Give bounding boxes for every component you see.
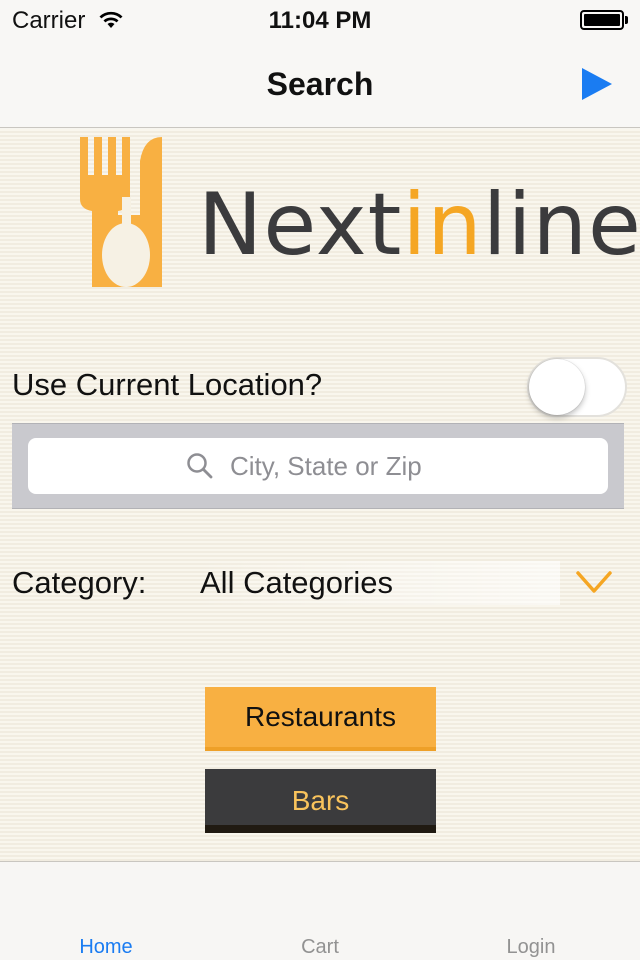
status-bar: Carrier 11:04 PM bbox=[0, 0, 640, 40]
page-title: Search bbox=[266, 66, 374, 102]
fork-spoon-icon bbox=[80, 137, 162, 287]
navigation-bar: Search bbox=[0, 40, 640, 128]
use-location-toggle[interactable] bbox=[527, 357, 627, 417]
category-selected-value: All Categories bbox=[200, 565, 393, 600]
tab-home[interactable]: Home bbox=[36, 936, 176, 959]
search-bar: City, State or Zip bbox=[12, 423, 624, 509]
tab-login[interactable]: Login bbox=[461, 936, 601, 959]
use-location-label: Use Current Location? bbox=[12, 367, 323, 402]
bars-button[interactable]: Bars bbox=[205, 769, 436, 833]
app-logo: Nextinline bbox=[78, 137, 640, 289]
battery-icon bbox=[580, 10, 628, 30]
search-placeholder: City, State or Zip bbox=[230, 451, 422, 481]
search-icon bbox=[187, 453, 213, 479]
toggle-knob[interactable] bbox=[529, 359, 585, 415]
category-dropdown[interactable]: All Categories bbox=[192, 561, 560, 605]
chevron-down-icon[interactable] bbox=[574, 567, 614, 597]
restaurants-button[interactable]: Restaurants bbox=[205, 687, 436, 751]
search-content: Nextinline Use Current Location? City, S… bbox=[0, 129, 640, 861]
tab-cart[interactable]: Cart bbox=[250, 936, 390, 959]
play-icon[interactable] bbox=[576, 64, 616, 104]
logo-wordmark: Nextinline bbox=[198, 175, 640, 275]
category-label: Category: bbox=[12, 565, 147, 600]
tab-bar: Home Cart Login bbox=[0, 861, 640, 960]
search-input[interactable]: City, State or Zip bbox=[28, 438, 608, 494]
status-time: 11:04 PM bbox=[268, 7, 372, 34]
